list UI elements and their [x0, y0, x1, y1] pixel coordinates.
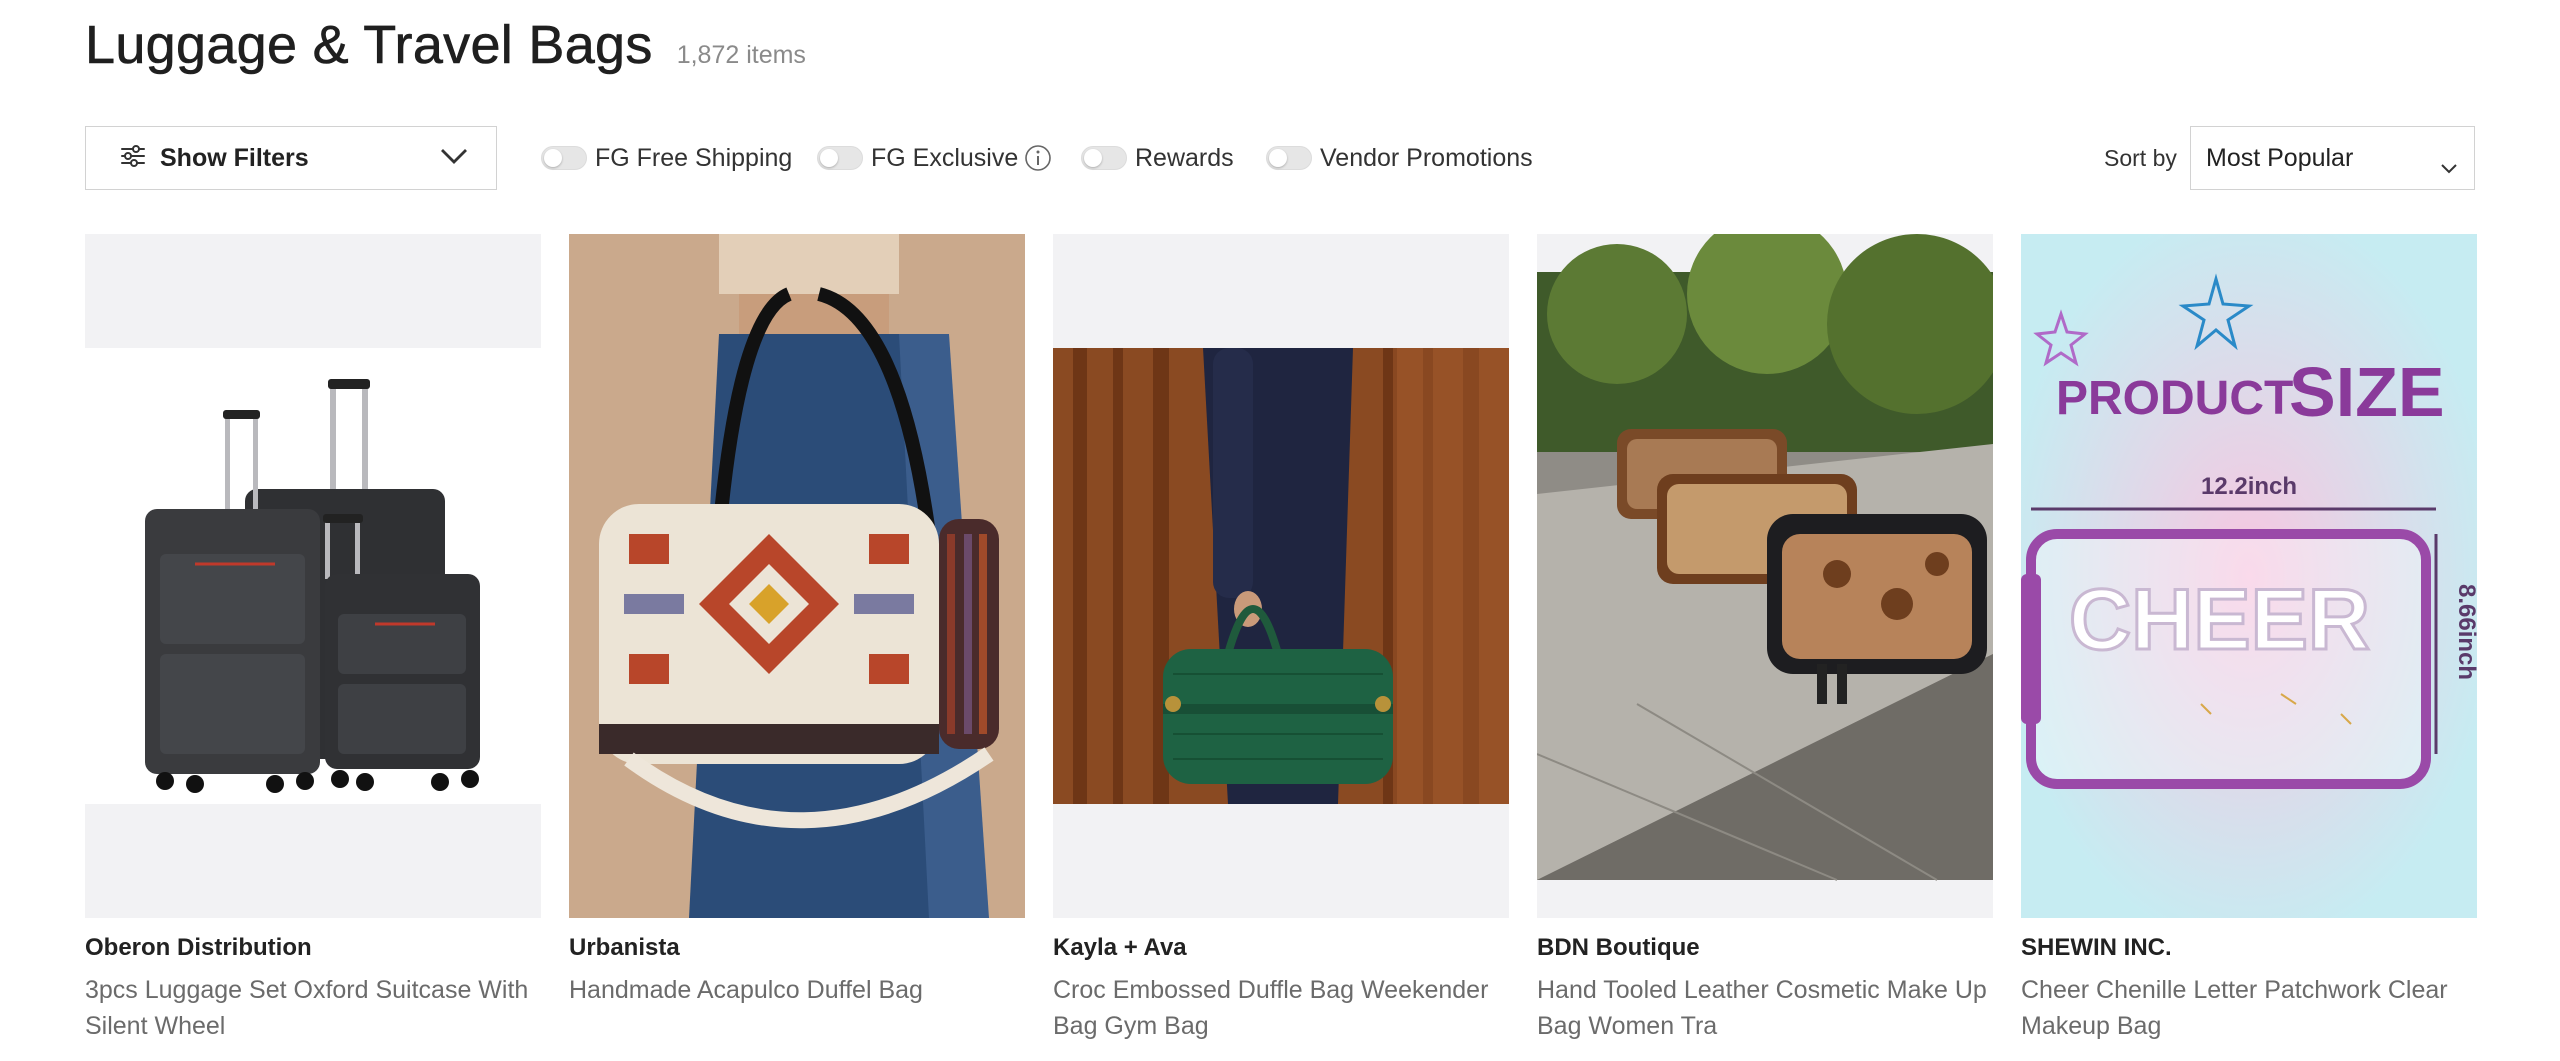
product-card[interactable]: BDN Boutique Hand Tooled Leather Cosmeti…	[1537, 234, 1993, 1044]
product-brand[interactable]: Kayla + Ava	[1053, 934, 1509, 962]
product-brand[interactable]: Urbanista	[569, 934, 1025, 962]
chevron-down-icon	[440, 147, 468, 170]
product-image-cheer-pouch[interactable]: PRODUCT SIZE 12.2inch 8.66inch CHEER	[2021, 234, 2477, 918]
info-icon[interactable]	[1024, 144, 1052, 172]
product-brand[interactable]: Oberon Distribution	[85, 934, 541, 962]
sort-select-value: Most Popular	[2206, 143, 2354, 172]
promo-width: 12.2inch	[2201, 473, 2297, 500]
fg-free-shipping-label: FG Free Shipping	[595, 143, 793, 172]
item-count: 1,872 items	[676, 41, 806, 69]
toggle-vendor-promotions[interactable]: Vendor Promotions	[1266, 126, 1533, 190]
product-brand[interactable]: BDN Boutique	[1537, 934, 1993, 962]
promo-patch: CHEER	[2069, 572, 2370, 668]
product-card[interactable]: Kayla + Ava Croc Embossed Duffle Bag Wee…	[1053, 234, 1509, 1044]
product-image-aztec-duffel[interactable]	[569, 234, 1025, 918]
rewards-label: Rewards	[1135, 143, 1234, 172]
toggle-rewards[interactable]: Rewards	[1081, 126, 1234, 190]
promo-headline-a: PRODUCT	[2056, 372, 2293, 425]
product-name[interactable]: Hand Tooled Leather Cosmetic Make Up Bag…	[1537, 972, 1993, 1044]
product-image-tooled-leather[interactable]	[1537, 234, 1993, 918]
toggle-fg-exclusive[interactable]: FG Exclusive	[817, 126, 1052, 190]
product-name[interactable]: 3pcs Luggage Set Oxford Suitcase With Si…	[85, 972, 541, 1044]
product-name[interactable]: Cheer Chenille Letter Patchwork Clear Ma…	[2021, 972, 2477, 1044]
product-image-luggage-set[interactable]	[85, 234, 541, 918]
fg-exclusive-label: FG Exclusive	[871, 143, 1019, 172]
vendor-promotions-switch[interactable]	[1266, 146, 1312, 170]
product-name[interactable]: Croc Embossed Duffle Bag Weekender Bag G…	[1053, 972, 1509, 1044]
rewards-switch[interactable]	[1081, 146, 1127, 170]
sliders-icon	[120, 144, 146, 173]
product-image-green-croc-duffle[interactable]	[1053, 234, 1509, 918]
promo-height: 8.66inch	[2453, 584, 2477, 680]
page-title: Luggage & Travel Bags	[85, 15, 653, 76]
chevron-down-icon	[2440, 153, 2458, 182]
product-card[interactable]: PRODUCT SIZE 12.2inch 8.66inch CHEER SHE…	[2021, 234, 2477, 1044]
fg-free-shipping-switch[interactable]	[541, 146, 587, 170]
filter-toolbar: Show Filters FG Free Shipping FG Exclusi…	[85, 126, 2475, 190]
page-header: Luggage & Travel Bags 1,872 items	[85, 14, 806, 76]
product-name[interactable]: Handmade Acapulco Duffel Bag	[569, 972, 1025, 1008]
promo-headline-b: SIZE	[2289, 353, 2445, 431]
sort-by-label: Sort by	[2104, 145, 2177, 171]
product-card[interactable]: Oberon Distribution 3pcs Luggage Set Oxf…	[85, 234, 541, 1044]
product-brand[interactable]: SHEWIN INC.	[2021, 934, 2477, 962]
sort-select[interactable]: Most Popular	[2190, 126, 2475, 190]
show-filters-button[interactable]: Show Filters	[85, 126, 497, 190]
fg-exclusive-switch[interactable]	[817, 146, 863, 170]
toggle-fg-free-shipping[interactable]: FG Free Shipping	[541, 126, 792, 190]
show-filters-label: Show Filters	[160, 143, 309, 172]
vendor-promotions-label: Vendor Promotions	[1320, 143, 1533, 172]
product-card[interactable]: Urbanista Handmade Acapulco Duffel Bag	[569, 234, 1025, 1008]
